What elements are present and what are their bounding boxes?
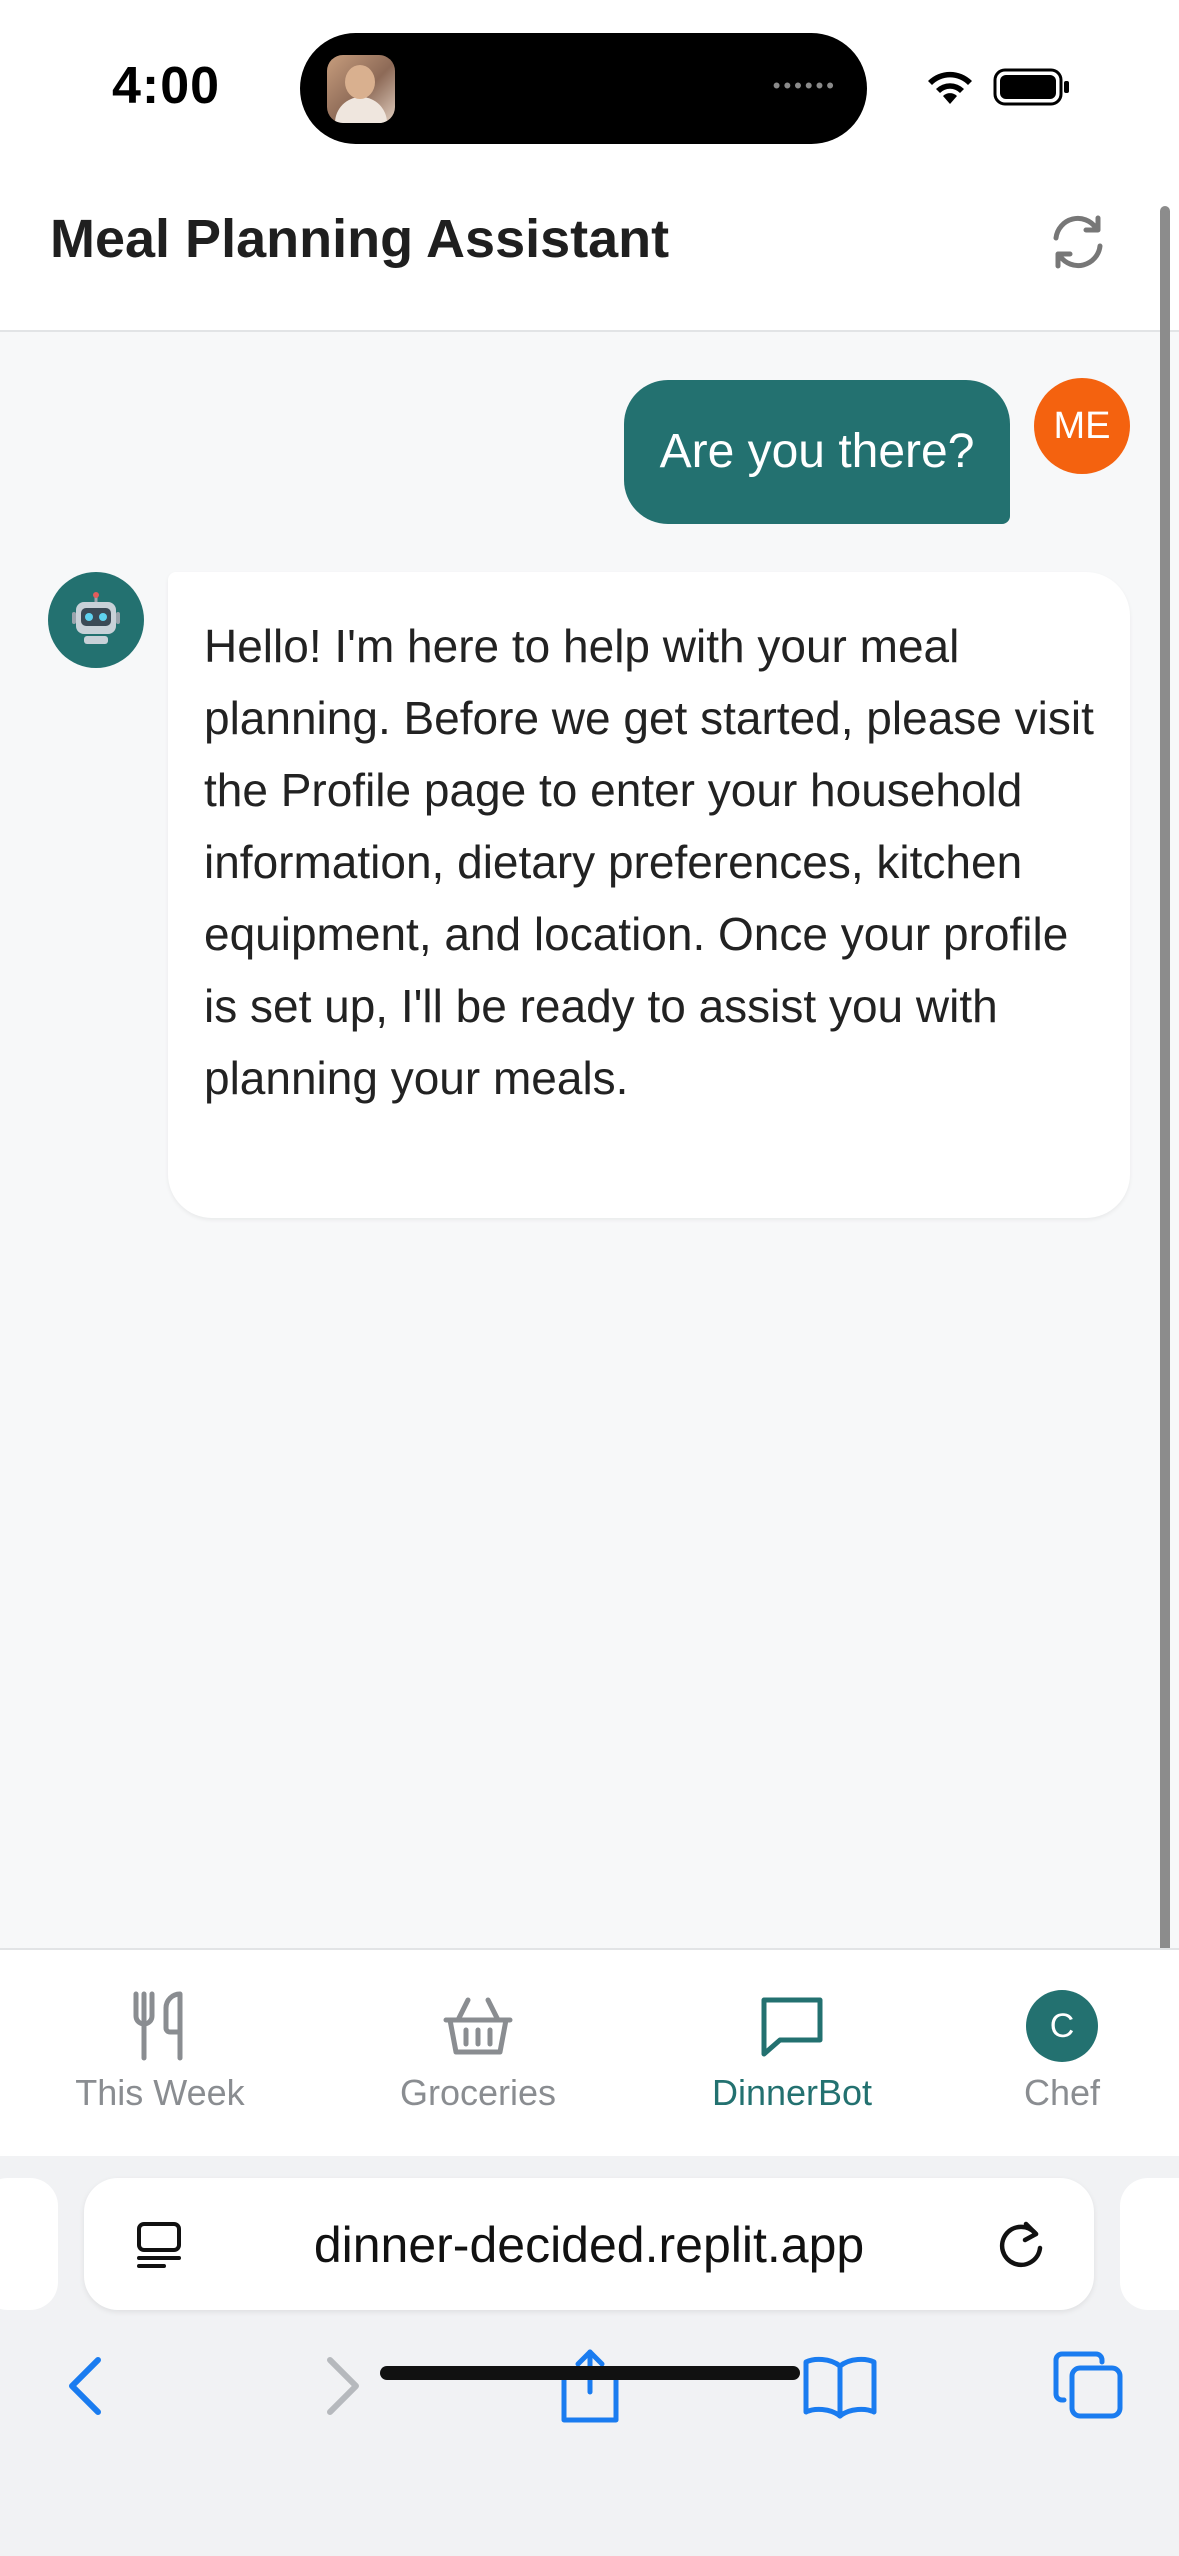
app-header: Meal Planning Assistant (0, 180, 1179, 332)
bottom-nav: This Week Groceries DinnerBot C Chef (0, 1948, 1179, 2158)
user-message-bubble: Are you there? (624, 380, 1010, 524)
bot-avatar (48, 572, 144, 668)
live-activity-avatar (327, 55, 395, 123)
previous-tab-preview[interactable] (0, 2178, 58, 2310)
refresh-icon[interactable] (1046, 210, 1110, 274)
status-bar: 4:00 •••••• (0, 0, 1179, 180)
nav-item-groceries[interactable]: Groceries (358, 1950, 598, 2156)
status-time: 4:00 (112, 57, 221, 115)
reload-icon[interactable] (996, 2218, 1048, 2270)
user-avatar: ME (1034, 378, 1130, 474)
nav-label: This Week (75, 2072, 245, 2113)
bot-message-bubble: Hello! I'm here to help with your meal p… (168, 572, 1130, 1218)
share-icon[interactable] (550, 2346, 630, 2426)
utensils-icon (133, 1991, 183, 2061)
tabs-icon[interactable] (1050, 2346, 1130, 2426)
browser-toolbar: dinner-decided.replit.app (0, 2156, 1179, 2556)
robot-icon (72, 592, 120, 644)
nav-label: Chef (1023, 2072, 1101, 2113)
home-indicator[interactable] (380, 2366, 800, 2380)
basket-icon (443, 1997, 513, 2055)
dynamic-island: •••••• (300, 33, 867, 144)
nav-label: Groceries (399, 2072, 557, 2113)
address-bar[interactable]: dinner-decided.replit.app (84, 2178, 1094, 2310)
nav-item-this-week[interactable]: This Week (40, 1950, 280, 2156)
battery-icon (993, 68, 1069, 106)
bookmarks-icon[interactable] (800, 2346, 880, 2426)
nav-item-chef[interactable]: C Chef (980, 1950, 1144, 2156)
chat-area: Are you there? ME Hello! I'm here to hel… (0, 332, 1179, 1948)
chat-bubble-icon (761, 1997, 823, 2057)
page-title: Meal Planning Assistant (50, 209, 670, 269)
wifi-icon (928, 71, 972, 104)
nav-label: DinnerBot (711, 2072, 873, 2113)
url-text[interactable]: dinner-decided.replit.app (84, 2216, 1094, 2274)
nav-item-dinnerbot[interactable]: DinnerBot (672, 1950, 912, 2156)
back-icon[interactable] (48, 2346, 128, 2426)
island-dots-icon: •••••• (772, 73, 837, 98)
next-tab-preview[interactable] (1120, 2178, 1179, 2310)
forward-icon[interactable] (300, 2346, 380, 2426)
chef-avatar: C (1026, 1990, 1098, 2062)
